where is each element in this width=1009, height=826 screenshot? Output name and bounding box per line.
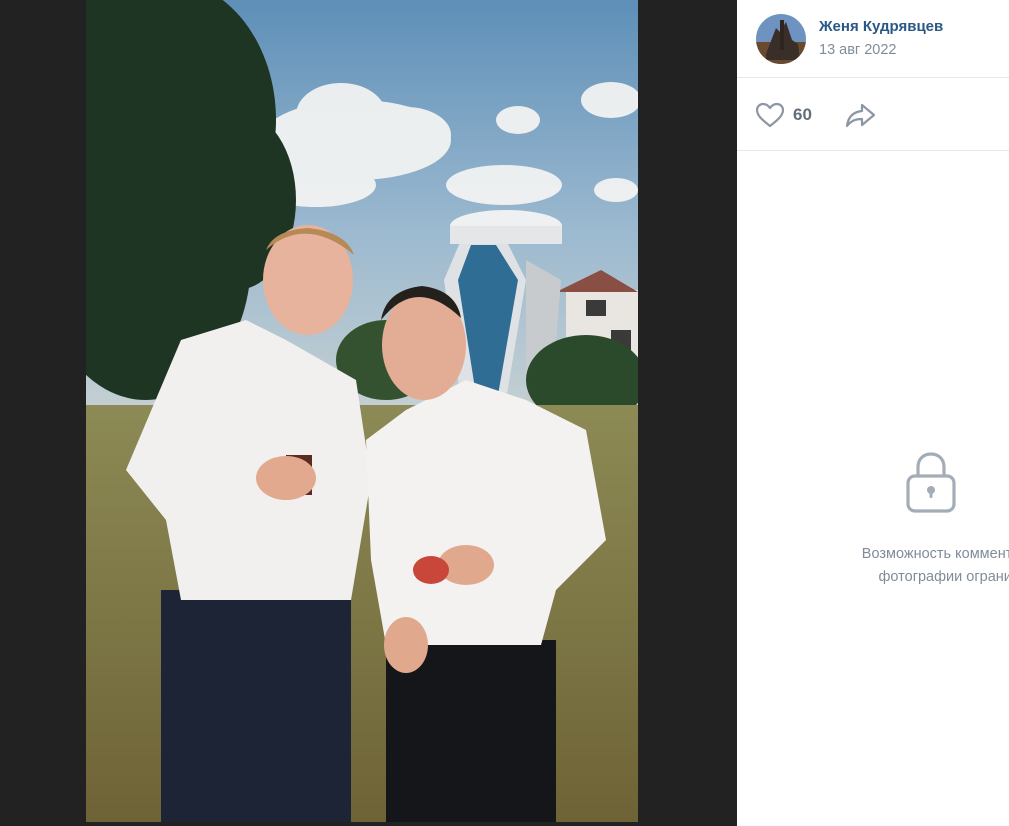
avatar[interactable]: [756, 14, 806, 64]
comments-restricted-line2: фотографии ограничен: [878, 569, 1009, 585]
avatar-image: [756, 14, 806, 64]
share-button[interactable]: [845, 100, 877, 130]
post-date[interactable]: 13 авг 2022: [819, 42, 897, 58]
photo-viewer: [0, 0, 737, 826]
like-button[interactable]: 60: [755, 100, 812, 130]
author-block: Женя Кудрявцев 13 авг 2022: [737, 0, 1009, 78]
author-name[interactable]: Женя Кудрявцев: [819, 18, 943, 35]
comments-restricted-text: Возможность комментирова фотографии огра…: [777, 543, 1009, 589]
likes-count: 60: [793, 105, 812, 124]
share-icon: [845, 103, 876, 128]
photo-sidebar: Женя Кудрявцев 13 авг 2022 60 Возможност…: [737, 0, 1009, 826]
photo[interactable]: [86, 0, 638, 822]
lock-icon: [906, 452, 956, 513]
photo-image: [86, 0, 638, 822]
comments-restricted-line1: Возможность комментирова: [861, 546, 1009, 562]
actions-bar: 60: [737, 78, 1009, 151]
heart-icon: [755, 102, 785, 128]
